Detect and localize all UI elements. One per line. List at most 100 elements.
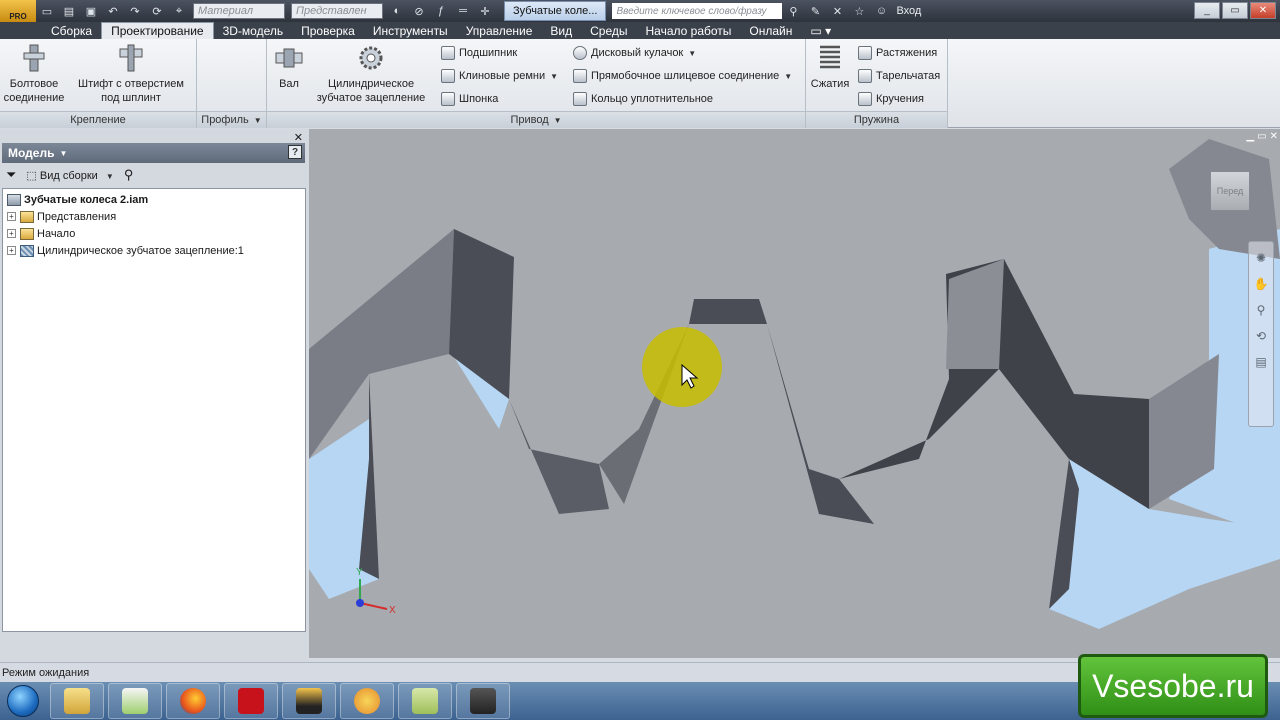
zoom-icon[interactable]: ⚲ [1253,302,1269,318]
user-icon[interactable]: ☺ [872,3,890,19]
save-icon[interactable]: ▣ [82,3,100,19]
gear-tooth-flank [689,299,767,324]
help-icon[interactable]: ? [288,145,302,159]
sketch-icon[interactable]: ✛ [476,3,494,19]
expand-icon[interactable]: + [7,212,16,221]
oring-button[interactable]: Кольцо уплотнительное [573,90,713,108]
tree-item-representations[interactable]: + Представления [7,208,305,225]
vbelts-button[interactable]: Клиновые ремни ▼ [441,67,558,85]
chevron-down-icon: ▼ [688,48,697,58]
taskbar-pdf[interactable] [224,683,278,719]
find-icon[interactable]: ⚲ [124,167,134,183]
taskbar-paint[interactable] [340,683,394,719]
panel-footer-profile[interactable]: Профиль ▼ [197,111,266,128]
panel-footer-drive[interactable]: Привод ▼ [267,111,805,128]
binoculars-icon[interactable]: ⚲ [784,3,802,19]
tab-4[interactable]: Инструменты [364,22,457,39]
taskbar-explorer[interactable] [50,683,104,719]
taskbar-firefox[interactable] [166,683,220,719]
gear-tooth-flank [767,324,874,524]
gear-label-1: Цилиндрическое [327,78,415,90]
representations-icon [20,210,34,223]
spur-gear-button[interactable]: Цилиндрическое зубчатое зацепление [315,43,427,105]
expand-icon[interactable]: + [7,246,16,255]
minimize-button[interactable]: _ [1194,2,1220,19]
measure-icon[interactable]: ═ [454,3,472,19]
tree-item-origin[interactable]: + Начало [7,225,305,242]
close-view-icon[interactable]: ✕ [1270,131,1278,142]
bearing-button[interactable]: Подшипник [441,44,517,62]
wrench-icon[interactable]: ✎ [806,3,824,19]
tab-5[interactable]: Управление [457,22,542,39]
taskbar-inventor[interactable] [282,683,336,719]
chevron-down-icon: ▼ [550,71,559,81]
clear-icon[interactable]: ⊘ [410,3,428,19]
taskbar-app-chart[interactable] [108,683,162,719]
search-input[interactable]: Введите ключевое слово/фразу [612,3,783,19]
look-at-icon[interactable]: ▤ [1253,354,1269,370]
torsion-spring-button[interactable]: Кручения [858,90,924,108]
close-button[interactable]: ✕ [1250,2,1276,19]
tab-0[interactable]: Сборка [42,22,101,39]
panel-fastening: Болтовое соединение Штифт с отверстием п… [0,39,197,128]
spline-button[interactable]: Прямобочное шлицевое соединение ▼ [573,67,792,85]
key-button[interactable]: Шпонка [441,90,498,108]
parameters-icon[interactable]: ƒ [432,3,450,19]
ribbon-options-icon[interactable]: ▭ ▾ [801,22,840,39]
pan-icon[interactable]: ✋ [1253,276,1269,292]
pdf-icon [238,688,264,714]
graphics-viewport[interactable]: X Y ▁ ▭ ✕ Перед ✺ ✋ ⚲ ⟲ ▤ [309,129,1280,658]
login-link[interactable]: Вход [896,5,921,17]
tab-6[interactable]: Вид [541,22,581,39]
panel-footer-spring[interactable]: Пружина [806,111,947,128]
select-icon[interactable]: ⌖ [170,3,188,19]
compression-spring-button[interactable]: Сжатия [810,43,850,91]
maximize-button[interactable]: ▭ [1222,2,1248,19]
belleville-spring-button[interactable]: Тарельчатая [858,67,940,85]
tab-8[interactable]: Начало работы [637,22,741,39]
tree-item-spur-gears[interactable]: + Цилиндрическое зубчатое зацепление:1 [7,242,305,259]
chevron-down-icon: ▼ [105,171,114,181]
orbit-icon[interactable]: ⟲ [1253,328,1269,344]
chevron-down-icon: ▼ [59,148,68,158]
close-x-icon[interactable]: ✕ [828,3,846,19]
tab-9[interactable]: Онлайн [740,22,801,39]
browser-title-bar[interactable]: Модель ▼ ? [2,143,305,163]
taskbar-camera[interactable] [456,683,510,719]
inventor-icon [296,688,322,714]
filter-icon[interactable]: ⏷ [6,167,16,183]
tab-1[interactable]: Проектирование [101,22,214,39]
panel-spring: Сжатия Растяжения Тарельчатая Кручения П… [806,39,948,128]
steering-wheel-icon[interactable]: ✺ [1253,250,1269,266]
new-file-icon[interactable]: ▭ [38,3,56,19]
extension-label: Растяжения [876,47,938,59]
viewcube[interactable]: Перед [1210,171,1250,211]
clevis-pin-button[interactable]: Штифт с отверстием под шплинт [76,43,186,105]
tree-root[interactable]: Зубчатые колеса 2.iam [7,191,305,208]
key-icon [441,92,455,106]
undo-icon[interactable]: ↶ [104,3,122,19]
panel-drive: Вал Цилиндрическое зубчатое зацепление П… [267,39,806,128]
restore-view-icon[interactable]: ▭ [1257,131,1266,142]
tab-2[interactable]: 3D-модель [214,22,293,39]
panel-footer-fastening[interactable]: Крепление [0,111,196,128]
taskbar-notes[interactable] [398,683,452,719]
expand-icon[interactable]: + [7,229,16,238]
star-icon[interactable]: ☆ [850,3,868,19]
redo-icon[interactable]: ↷ [126,3,144,19]
tab-3[interactable]: Проверка [292,22,364,39]
appearance-icon[interactable]: ◐ [388,3,406,19]
material-combo[interactable]: Материал [193,3,285,19]
bolted-connection-button[interactable]: Болтовое соединение [4,43,64,105]
minimize-view-icon[interactable]: ▁ [1246,131,1254,142]
disc-cam-button[interactable]: Дисковый кулачок ▼ [573,44,696,62]
app-logo[interactable]: PRO [0,0,36,22]
extension-spring-button[interactable]: Растяжения [858,44,937,62]
open-icon[interactable]: ▤ [60,3,78,19]
start-button[interactable] [0,682,46,720]
appearance-combo[interactable]: Представлен [291,3,383,19]
shaft-button[interactable]: Вал [273,43,305,91]
tab-7[interactable]: Среды [581,22,636,39]
update-icon[interactable]: ⟳ [148,3,166,19]
assembly-view-dropdown[interactable]: ⬚ Вид сборки ▼ [26,169,113,182]
